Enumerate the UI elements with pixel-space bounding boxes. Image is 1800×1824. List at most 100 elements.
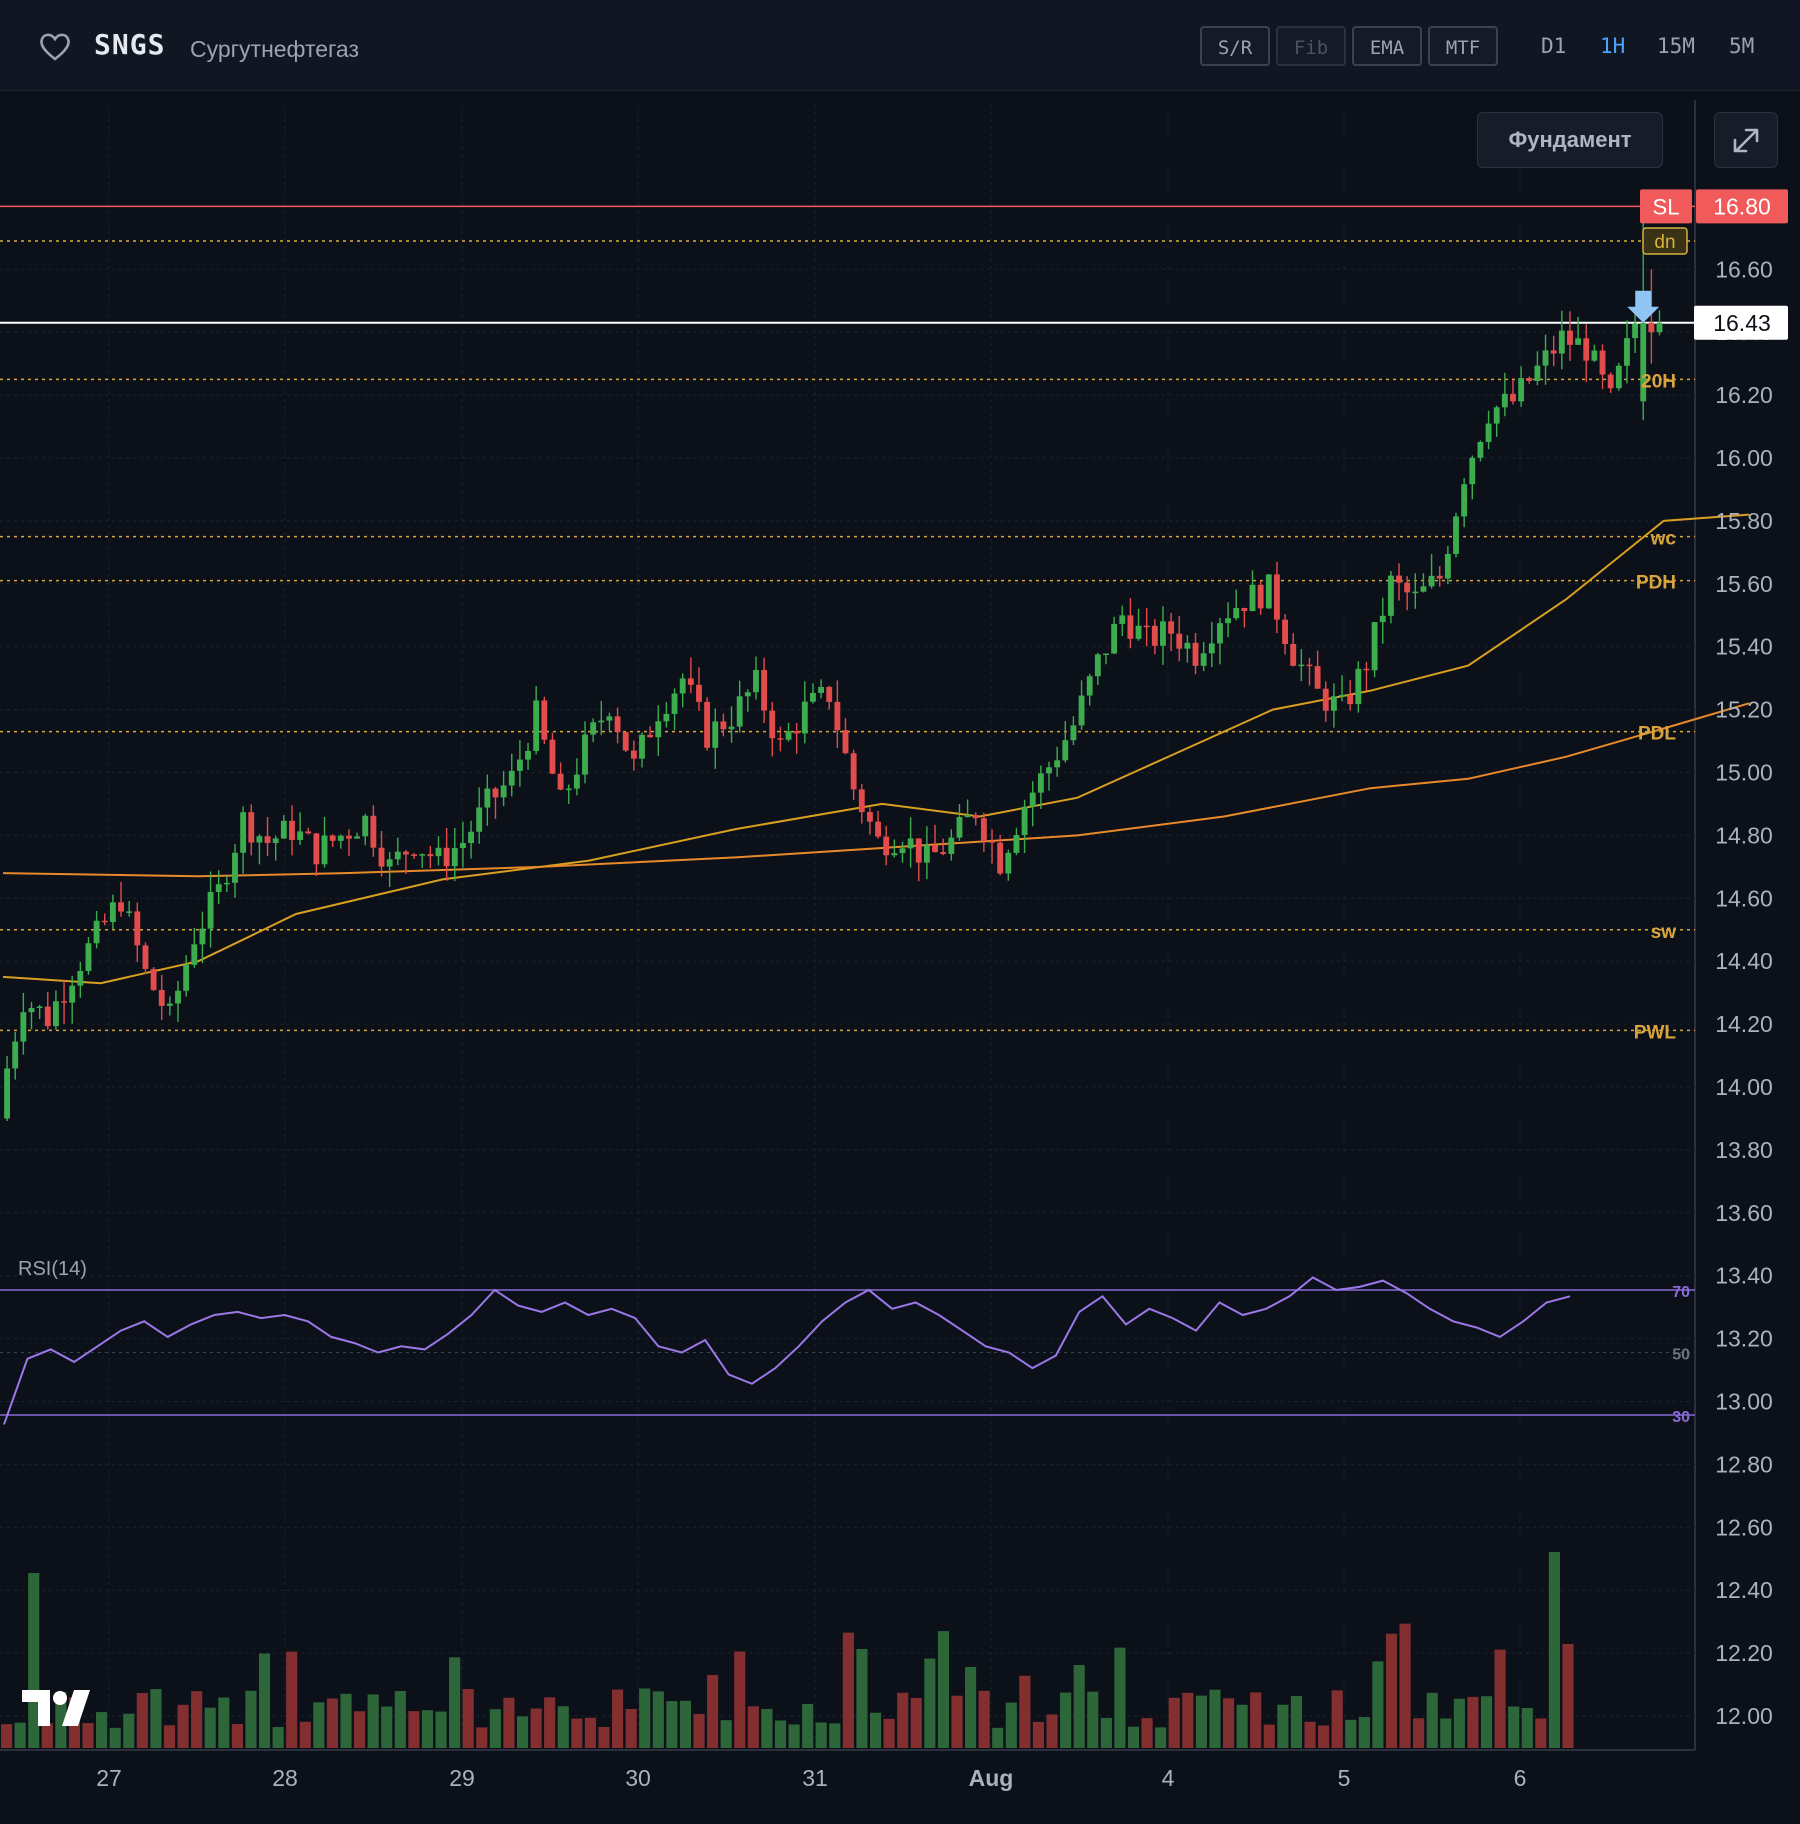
candle-body — [207, 891, 214, 929]
candle-body — [36, 1006, 43, 1009]
candle-body — [1379, 615, 1386, 623]
volume-bar — [815, 1722, 827, 1748]
candle-body — [427, 854, 434, 857]
heart-icon[interactable] — [38, 32, 72, 62]
timeframe-5m[interactable]: 5M — [1729, 34, 1754, 58]
x-tick-label: 29 — [449, 1765, 475, 1791]
volume-bar — [1263, 1724, 1275, 1748]
candle-body — [1013, 835, 1020, 853]
candle-body — [443, 847, 450, 867]
candle-body — [378, 847, 385, 867]
volume-bar — [584, 1717, 596, 1748]
candle-body — [1249, 584, 1256, 612]
x-tick-label: Aug — [969, 1765, 1014, 1791]
candle-body — [915, 838, 922, 863]
candle-body — [655, 721, 662, 738]
timeframe-1h[interactable]: 1H — [1600, 34, 1625, 58]
price-chart[interactable]: RSI(14) 70 50 30 12.00 12.20 12.40 12.60 12.80 1… — [0, 90, 1800, 1824]
y-tick-label: 14.20 — [1715, 1011, 1773, 1037]
y-tick-label: 13.40 — [1715, 1263, 1773, 1289]
candle-body — [980, 818, 987, 841]
timeframe-15m[interactable]: 15M — [1657, 34, 1695, 58]
candle-body — [403, 851, 409, 855]
candle-body — [1363, 668, 1370, 671]
rsi-level-label-30: 30 — [1672, 1409, 1690, 1426]
x-tick-label: 6 — [1514, 1765, 1527, 1791]
company-name: Сургутнефтегаз — [190, 36, 360, 62]
candle-body — [826, 686, 833, 702]
volume-bar — [1032, 1721, 1045, 1748]
candle-body — [1355, 668, 1362, 705]
y-tick-label: 13.00 — [1715, 1389, 1773, 1415]
volume-bar — [910, 1697, 922, 1748]
candle-body — [191, 944, 198, 965]
volume-bar — [842, 1632, 854, 1748]
candle-body — [321, 835, 328, 865]
candle-body — [761, 669, 768, 711]
volume-bar — [829, 1723, 841, 1748]
candle-body — [598, 720, 605, 723]
candle-body — [1420, 586, 1427, 592]
volume-bar — [1114, 1647, 1126, 1748]
candle-body — [1599, 350, 1606, 375]
y-tick-label: 16.60 — [1715, 256, 1773, 282]
candle-body — [459, 842, 466, 849]
candle-body — [305, 831, 312, 834]
volume-bar — [191, 1691, 203, 1748]
y-tick-label: 15.80 — [1715, 508, 1773, 534]
candle-body — [1461, 484, 1468, 517]
fib-toggle-button[interactable]: Fib — [1276, 26, 1346, 66]
timeframe-d1[interactable]: D1 — [1541, 34, 1566, 58]
candle-body — [264, 836, 271, 844]
candle-body — [883, 836, 890, 856]
ema-fast-line — [2, 513, 1750, 985]
volume-bar — [1168, 1697, 1180, 1748]
volume-bar — [937, 1631, 949, 1748]
candle-body — [199, 928, 206, 945]
volume-bar — [625, 1708, 637, 1748]
volume-bar — [598, 1726, 610, 1748]
candle-body — [712, 721, 719, 748]
candle-body — [232, 852, 238, 883]
expand-button[interactable] — [1714, 112, 1778, 168]
volume-bar — [1236, 1704, 1248, 1748]
volume-bar — [965, 1667, 977, 1748]
volume-bar — [869, 1712, 882, 1748]
volume-bar — [679, 1700, 692, 1748]
candle-body — [1567, 330, 1573, 345]
sr-toggle-button[interactable]: S/R — [1200, 26, 1270, 66]
candle-body — [557, 773, 564, 790]
candle-body — [940, 852, 947, 854]
ticker-symbol: SNGS — [94, 28, 166, 61]
candle-body — [956, 817, 963, 838]
y-tick-label: 15.60 — [1715, 571, 1773, 597]
candle-body — [525, 750, 531, 760]
fundamental-button[interactable]: Фундамент — [1477, 112, 1663, 168]
candle-body — [875, 821, 881, 837]
candle-body — [354, 836, 361, 839]
candle-body — [468, 831, 474, 843]
y-tick-label: 12.80 — [1715, 1451, 1773, 1477]
volume-bar — [408, 1711, 420, 1748]
candle-body — [508, 770, 515, 786]
ema-toggle-button[interactable]: EMA — [1352, 26, 1422, 66]
volume-bar — [258, 1653, 271, 1748]
mtf-toggle-button[interactable]: MTF — [1428, 26, 1498, 66]
volume-bar — [992, 1727, 1004, 1748]
volume-bar — [1372, 1661, 1384, 1748]
volume-bar — [856, 1649, 868, 1748]
candle-body — [630, 750, 637, 759]
volume-bar — [354, 1711, 366, 1748]
volume-bar — [883, 1718, 895, 1748]
candle-body — [1160, 621, 1166, 646]
candle-body — [1436, 575, 1443, 579]
y-tick-label: 14.60 — [1715, 885, 1773, 911]
candle-body — [492, 788, 499, 798]
candle-body — [69, 985, 76, 1003]
candle-body — [85, 943, 92, 971]
candle-body — [1387, 575, 1394, 616]
candle-body — [696, 684, 702, 702]
candle-body — [1265, 574, 1272, 609]
candle-body — [1396, 575, 1402, 583]
volume-bar — [435, 1711, 447, 1748]
